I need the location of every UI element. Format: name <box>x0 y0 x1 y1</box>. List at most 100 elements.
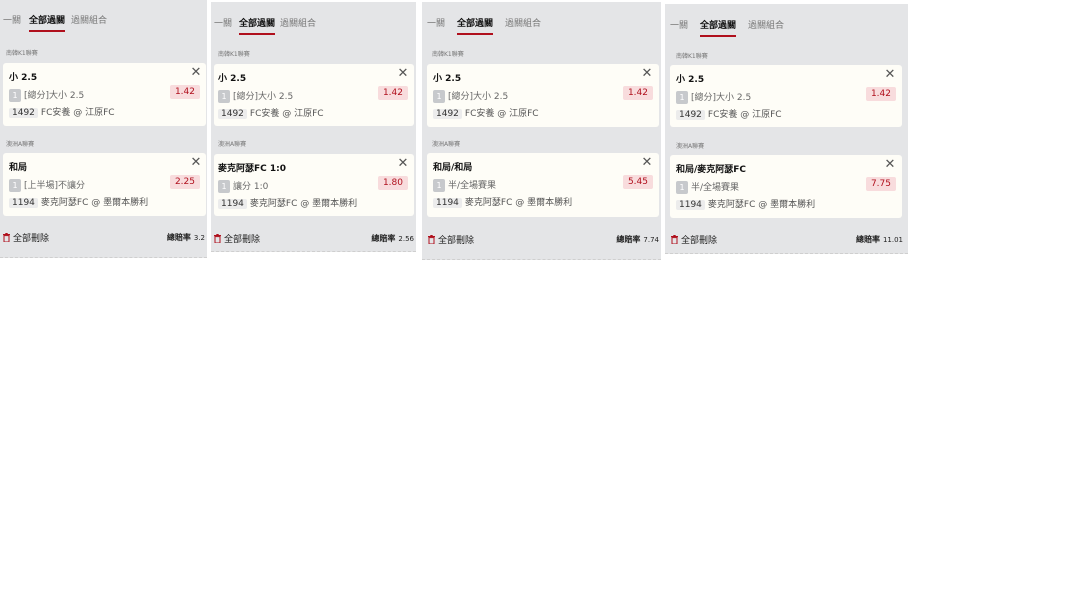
match-teams: 麥克阿瑟FC @ 墨爾本勝利 <box>40 198 149 208</box>
match-teams: FC安養 @ 江原FC <box>464 109 539 119</box>
bet-match: 1492 FC安養 @ 江原FC <box>676 107 782 120</box>
delete-all-button[interactable]: 全部刪除 <box>671 233 717 246</box>
bet-card: 和局/和局 ✕ 1 半/全場賽果 5.45 1194 麥克阿瑟FC @ 墨爾本勝利 <box>427 153 659 217</box>
bet-count-badge: 1 <box>9 89 21 102</box>
betslip-panel-3: 一關 全部過關 過關組合 南韓K1聯賽 小 2.5 ✕ 1 [總分]大小 2.5 … <box>422 2 661 260</box>
bet-count-badge: 1 <box>9 179 21 192</box>
close-icon[interactable]: ✕ <box>396 67 410 81</box>
bet-card: 小 2.5 ✕ 1 [總分]大小 2.5 1.42 1492 FC安養 @ 江原FC <box>3 63 206 126</box>
total-odds: 總賠率 2.56 <box>371 233 414 244</box>
bet-count-badge: 1 <box>433 90 445 103</box>
bet-selection: 和局 <box>9 163 28 173</box>
betslip-panel-1: 一關 全部過關 過關組合 南韓K1聯賽 小 2.5 ✕ 1 [總分]大小 2.5 … <box>0 0 207 258</box>
bet-market: 1 [總分]大小 2.5 <box>433 89 508 103</box>
match-id: 1194 <box>676 200 705 210</box>
close-icon[interactable]: ✕ <box>883 68 897 82</box>
bet-count-badge: 1 <box>218 180 230 193</box>
delete-all-button[interactable]: 全部刪除 <box>214 232 260 245</box>
betslip-tabs: 一關 全部過關 過關組合 <box>422 2 661 38</box>
total-odds-label: 總賠率 <box>855 235 880 244</box>
bet-card: 小 2.5 ✕ 1 [總分]大小 2.5 1.42 1492 FC安養 @ 江原FC <box>670 65 902 127</box>
close-icon[interactable]: ✕ <box>640 67 654 81</box>
total-odds-value: 3.2 <box>193 234 205 242</box>
bet-selection: 麥克阿瑟FC 1:0 <box>218 164 287 174</box>
trash-icon <box>214 234 221 243</box>
bet-market-label: 讓分 1:0 <box>233 182 269 192</box>
bet-card: 小 2.5 ✕ 1 [總分]大小 2.5 1.42 1492 FC安養 @ 江原FC <box>427 64 659 127</box>
betslip-tabs: 一關 全部過關 過關組合 <box>665 4 908 40</box>
bet-match: 1194 麥克阿瑟FC @ 墨爾本勝利 <box>9 195 148 208</box>
match-teams: FC安養 @ 江原FC <box>249 109 324 119</box>
league-label: 南韓K1聯賽 <box>6 50 38 57</box>
match-id: 1194 <box>9 198 38 208</box>
tab-single[interactable]: 一關 <box>670 18 688 31</box>
betslip-panel-4: 一關 全部過關 過關組合 南韓K1聯賽 小 2.5 ✕ 1 [總分]大小 2.5 … <box>665 4 908 254</box>
bet-match: 1492 FC安養 @ 江原FC <box>9 105 115 118</box>
total-odds-value: 7.74 <box>643 236 659 244</box>
bet-market-label: [總分]大小 2.5 <box>448 92 509 102</box>
bet-match: 1194 麥克阿瑟FC @ 墨爾本勝利 <box>433 195 572 208</box>
betslip-footer: 全部刪除 總賠率 7.74 <box>422 230 661 250</box>
odds-badge: 1.42 <box>622 86 653 100</box>
delete-all-label: 全部刪除 <box>438 236 475 246</box>
bet-market-label: [總分]大小 2.5 <box>233 92 294 102</box>
tab-single[interactable]: 一關 <box>427 16 445 29</box>
bet-market-label: [總分]大小 2.5 <box>24 91 85 101</box>
league-label: 澳洲A聯賽 <box>432 141 461 148</box>
tab-parlay-combo[interactable]: 過關組合 <box>748 18 784 31</box>
trash-icon <box>428 235 435 244</box>
odds-badge: 1.42 <box>865 87 896 101</box>
delete-all-button[interactable]: 全部刪除 <box>428 233 474 246</box>
bet-count-badge: 1 <box>433 179 445 192</box>
close-icon[interactable]: ✕ <box>189 156 203 170</box>
bet-selection: 和局/麥克阿瑟FC <box>676 165 747 175</box>
tab-single[interactable]: 一關 <box>214 16 232 29</box>
match-id: 1492 <box>218 109 247 119</box>
match-teams: 麥克阿瑟FC @ 墨爾本勝利 <box>249 199 358 209</box>
tab-all-parlay[interactable]: 全部過關 <box>29 13 66 32</box>
bet-card: 和局 ✕ 1 [上半場]不讓分 2.25 1194 麥克阿瑟FC @ 墨爾本勝利 <box>3 153 206 216</box>
bet-market: 1 [總分]大小 2.5 <box>9 88 84 102</box>
match-id: 1194 <box>433 198 462 208</box>
odds-badge: 1.80 <box>377 176 408 190</box>
tab-all-parlay[interactable]: 全部過關 <box>700 18 737 37</box>
match-id: 1492 <box>676 110 705 120</box>
tab-all-parlay[interactable]: 全部過關 <box>239 16 276 35</box>
trash-icon <box>671 235 678 244</box>
close-icon[interactable]: ✕ <box>396 157 410 171</box>
tab-single[interactable]: 一關 <box>3 13 21 26</box>
league-label: 南韓K1聯賽 <box>432 51 464 58</box>
bet-match: 1492 FC安養 @ 江原FC <box>433 106 539 119</box>
match-id: 1194 <box>218 199 247 209</box>
bet-card: 麥克阿瑟FC 1:0 ✕ 1 讓分 1:0 1.80 1194 麥克阿瑟FC @ 墨… <box>214 154 414 216</box>
odds-badge: 2.25 <box>169 175 200 189</box>
total-odds-value: 2.56 <box>398 235 414 243</box>
bet-market-label: [上半場]不讓分 <box>24 181 86 191</box>
bet-match: 1492 FC安養 @ 江原FC <box>218 106 324 119</box>
delete-all-label: 全部刪除 <box>681 236 718 246</box>
tab-parlay-combo[interactable]: 過關組合 <box>71 13 107 26</box>
bet-card: 小 2.5 ✕ 1 [總分]大小 2.5 1.42 1492 FC安養 @ 江原FC <box>214 64 414 126</box>
close-icon[interactable]: ✕ <box>189 66 203 80</box>
betslip-tabs: 一關 全部過關 過關組合 <box>211 2 416 38</box>
tab-parlay-combo[interactable]: 過關組合 <box>280 16 316 29</box>
close-icon[interactable]: ✕ <box>883 158 897 172</box>
trash-icon <box>3 233 10 242</box>
bet-match: 1194 麥克阿瑟FC @ 墨爾本勝利 <box>676 197 815 210</box>
bet-count-badge: 1 <box>218 90 230 103</box>
tab-all-parlay[interactable]: 全部過關 <box>457 16 494 35</box>
league-label: 澳洲A聯賽 <box>6 141 35 148</box>
bet-selection: 和局/和局 <box>433 163 473 173</box>
bet-market: 1 [上半場]不讓分 <box>9 178 85 192</box>
bet-selection: 小 2.5 <box>9 73 38 83</box>
close-icon[interactable]: ✕ <box>640 156 654 170</box>
tab-parlay-combo[interactable]: 過關組合 <box>505 16 541 29</box>
bet-card: 和局/麥克阿瑟FC ✕ 1 半/全場賽果 7.75 1194 麥克阿瑟FC @ 墨爾… <box>670 155 902 218</box>
betslip-panel-2: 一關 全部過關 過關組合 南韓K1聯賽 小 2.5 ✕ 1 [總分]大小 2.5 … <box>211 2 416 252</box>
delete-all-button[interactable]: 全部刪除 <box>3 231 49 244</box>
odds-badge: 1.42 <box>377 86 408 100</box>
total-odds: 總賠率 3.2 <box>167 232 205 243</box>
bet-selection: 小 2.5 <box>433 74 462 84</box>
odds-badge: 1.42 <box>169 85 200 99</box>
betslip-footer: 全部刪除 總賠率 3.2 <box>0 228 207 248</box>
